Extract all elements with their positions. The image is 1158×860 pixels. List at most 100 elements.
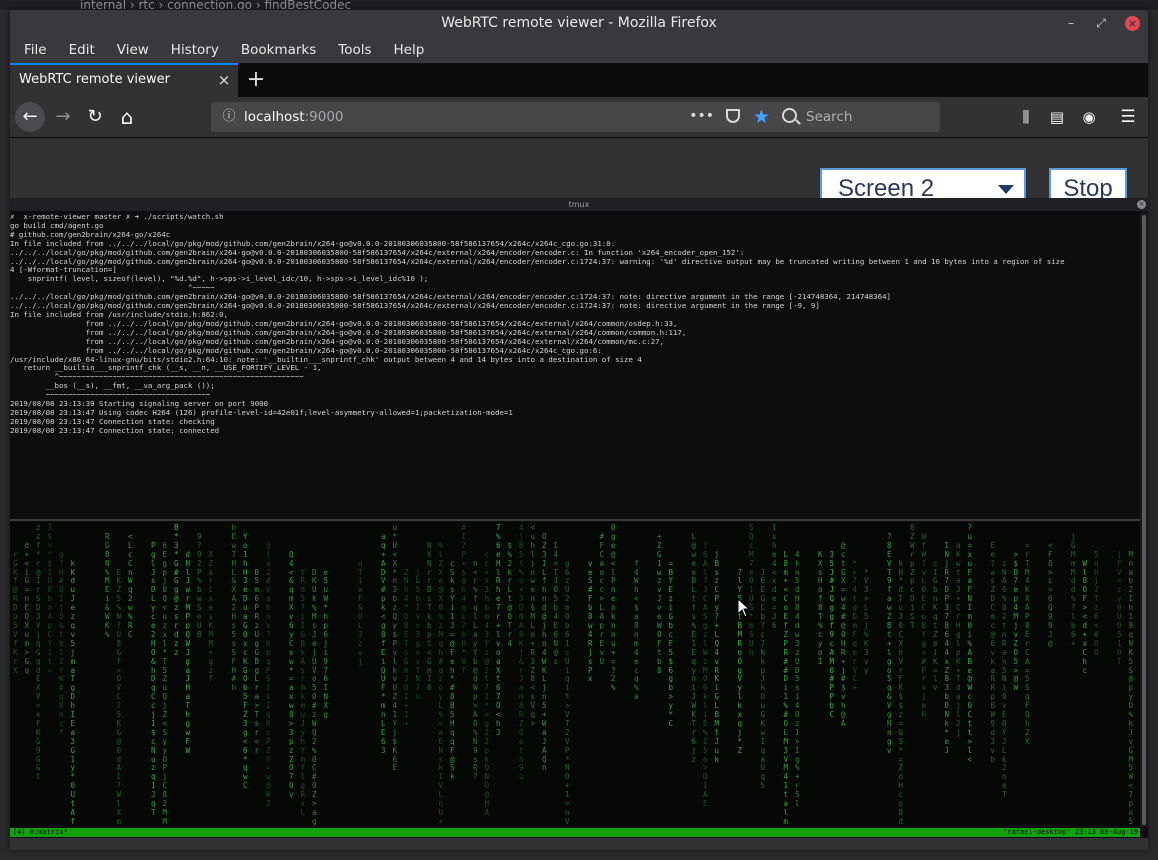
chevron-down-icon <box>998 185 1014 194</box>
menu-help[interactable]: Help <box>390 42 429 58</box>
firefox-window: WebRTC remote viewer - Mozilla Firefox –… <box>10 10 1148 850</box>
remote-scrollbar-thumb[interactable] <box>1142 215 1146 825</box>
matrix-column: = r T M 4 K X A P 8 E r C A = 5 S g F Q … <box>1025 540 1030 746</box>
matrix-column: 5 o h j J T z 6 < # O O <box>1094 549 1099 657</box>
matrix-column: E K Z 5 % N ? U 8 G f > O V C 2 5 K G @ … <box>116 567 122 826</box>
minimize-button[interactable]: – <box>1060 10 1082 37</box>
sidebar-icon[interactable]: ▤ <box>1044 102 1070 132</box>
matrix-column: N X N r r B s T k b p t < G m I 0 <box>427 540 432 693</box>
matrix-column: Q 4 < & q m X v 6 y C s w * = a x w 8 > … <box>289 549 294 800</box>
url-port: :9000 <box>304 109 344 125</box>
tab-close-icon[interactable]: × <box>216 65 232 95</box>
matrix-column: L @ w e e B L t t s % E 1 E q y n i J W … <box>691 531 697 764</box>
matrix-column: j b 5 b I v = 3 g x v T N J u <box>415 567 421 702</box>
forward-arrow-icon[interactable]: → <box>48 102 78 132</box>
matrix-column: k H * d T u 3 0 C X n V r F K $ $ z = & … <box>898 558 904 826</box>
matrix-column: I 4 < T J 0 5 b 4 E 6 N @ s <box>553 540 559 666</box>
terminal-line: go build cmd/agent.go <box>10 220 104 230</box>
close-window-button[interactable]: × <box>1125 16 1140 31</box>
matrix-column: ? 8 E V T 9 f a w Z B t + l g o 5 q & V … <box>887 531 892 755</box>
background-desktop-left <box>0 70 10 130</box>
matrix-column: e 5 u W * h p 6 j i 9 7 6 I N X g <box>323 567 329 720</box>
matrix-column: 0 g e @ < l P n e o k n n u + = ? 2 % <box>611 523 616 693</box>
matrix-column: 4 j B 5 t % o + 3 D N A 8 K j & r J a m … <box>519 523 524 782</box>
tab-webrtc-remote-viewer[interactable]: WebRTC remote viewer × <box>10 63 238 97</box>
reload-icon[interactable]: ↻ <box>80 102 110 132</box>
url-host: localhost <box>244 109 305 125</box>
home-icon[interactable]: ⌂ <box>112 102 142 132</box>
matrix-column: c S k s Y i 1 J = @ F e h * # 8 B 5 H q … <box>450 558 455 782</box>
url-bar[interactable]: ⓘ localhost:9000 ••• ★ <box>211 102 778 132</box>
matrix-column: R G B N % M E i & W K % <box>105 531 110 639</box>
matrix-column: D K U k % M s J e j U V o 5 0 # z W Q 2 … <box>312 567 317 826</box>
tmux-window-title: tmux × <box>10 198 1148 211</box>
matrix-column: ? l Y 5 # t B M R o O g V y l k x q j * … <box>737 567 743 755</box>
matrix-column: = B Y E z i G b c F 5 $ 6 g b > y * C <box>668 558 674 728</box>
background-editor-strip: internal › rtc › connection.go › findBes… <box>0 0 1158 10</box>
back-arrow-icon[interactable]: ← <box>15 102 45 132</box>
matrix-column: < u h l i n w e n $ M L o + R 3 Z 8 < s … <box>530 523 536 728</box>
terminal-output: ✗ x-remote-viewer master ✗ ➜ ./scripts/w… <box>10 213 1140 518</box>
matrix-column: j F V < z y 0 U O 5 1 0 T <box>1117 549 1122 666</box>
matrix-column: Z N h 4 * D 8 E T s G m J D I + 1 + <box>404 567 409 728</box>
matrix-column: I N j R 7 D P 3 7 8 6 4 4 x Z 8 3 b D N … <box>944 540 950 755</box>
remote-scrollbar[interactable] <box>1140 213 1148 827</box>
window-titlebar[interactable]: WebRTC remote viewer - Mozilla Firefox –… <box>10 10 1148 37</box>
site-info-icon[interactable]: ⓘ <box>221 102 237 132</box>
page-content: Screen 2 Stop tmux × ✗ x-remote-viewer m… <box>10 138 1148 850</box>
matrix-column: S Q c M 7 e 0 i U S * m S U h <box>749 523 754 657</box>
pocket-icon[interactable] <box>726 109 740 123</box>
matrix-column: * V 3 > L 5 j % K 3 v y <box>864 567 869 675</box>
matrix-column: h E w 7 H L & X A 2 H s 5 s S F H # h <box>231 523 237 693</box>
matrix-column: 6 E g p j 0 Q < u z x l * T 5 Z u Q j Z … <box>162 540 168 826</box>
matrix-column: d H l J w r M P p Q W J g a J H a T h g … <box>185 549 191 755</box>
hamburger-menu-icon[interactable]: ☰ <box>1115 102 1141 132</box>
matrix-column: g j a 2 # V a b n v ? b b q P S i s I g … <box>266 540 271 809</box>
menu-tools[interactable]: Tools <box>334 42 375 58</box>
menu-edit[interactable]: Edit <box>65 42 99 58</box>
search-placeholder: Search <box>806 109 853 125</box>
matrix-column: # F C a o c c > L A p r E v U <box>599 531 605 666</box>
search-box[interactable]: Search <box>774 102 940 132</box>
matrix-column: M n a b 2 I h 1 9 q N K 5 S @ p y D % k … <box>1128 549 1134 826</box>
matrix-column: % i Z X e @ X 0 % z M q h # q z o y L % … <box>438 540 444 826</box>
matrix-column: k K d u J e z q v 5 j m a T g D h I E a … <box>70 558 76 826</box>
menu-history[interactable]: History <box>167 42 223 58</box>
matrix-column: c c + s 3 h b m 4 3 Y z @ 2 t 7 1 * = g … <box>484 549 490 817</box>
matrix-column: d + < i G = n E O X u m > G q <box>24 540 30 675</box>
tmux-status-left: [4] 0:matrix* <box>13 828 68 836</box>
menu-bar: File Edit View History Bookmarks Tools H… <box>10 37 1148 63</box>
matrix-column: r G K f @ R D u 5 V f K r X <box>13 549 18 675</box>
library-icon[interactable]: ⫼ <box>1013 102 1039 132</box>
matrix-column: ? 6 A l ? J C A S g z l W z M O 6 k l i … <box>703 540 708 809</box>
maximize-button[interactable]: ⤢ <box>1090 10 1112 37</box>
new-tab-plus-icon[interactable]: + <box>243 67 269 93</box>
matrix-column: c I G b n K q t Z e i K = l v <box>933 558 938 693</box>
matrix-column: g 6 z U 2 m 0 b 6 1 c U i q i t > V T 2 … <box>565 558 570 826</box>
pane-divider <box>10 519 1140 521</box>
matrix-column: * + 7 4 t g D m F q e r V C + <box>852 558 858 693</box>
bookmark-star-icon[interactable]: ★ <box>753 102 770 132</box>
matrix-column: O Z 3 I L f h n d @ j h o 4 W K L j n 5 … <box>542 531 547 773</box>
menu-file[interactable]: File <box>20 42 51 58</box>
matrix-column: o T i w F & O L 3 z v j <box>358 558 363 666</box>
matrix-column: z z f * r @ I r S D 3 V j q G g d E X V … <box>36 523 41 782</box>
matrix-column: W l 8 O F > < d + x C h c <box>1082 558 1088 675</box>
matrix-column: L 8 m + < C o E f Z P R # # D i 1 % # O … <box>783 549 789 826</box>
window-title: WebRTC remote viewer - Mozilla Firefox <box>441 15 717 31</box>
remote-screen-video[interactable]: tmux × ✗ x-remote-viewer master ✗ ➜ ./sc… <box>10 198 1148 838</box>
menu-view[interactable]: View <box>113 42 153 58</box>
tmux-status-right: "rafael-desktop" 23:13 08-Aug-19 <box>1003 828 1138 836</box>
matrix-column: B * 3 * G # G g @ z s r d z z <box>174 523 179 657</box>
matrix-column: 7 % 6 e H l R h e 7 r + l v o a X t 6 7 … <box>496 523 501 737</box>
url-text[interactable]: localhost:9000 <box>244 102 344 132</box>
matrix-column: 4 k n 5 d H 8 4 d w 3 z U D 5 s i 4 O z … <box>795 549 800 809</box>
matrix-column: # I 7 P + $ @ 6 4 q L ? b H * W f <box>461 523 467 675</box>
account-icon[interactable]: ◉ <box>1076 102 1102 132</box>
matrix-column: @ c t G X = w 4 # @ 0 H R + j # $ v h @ … <box>841 540 846 728</box>
matrix-column: 3 $ < * $ 2 U O b x A p C Y 1 t = <box>47 523 53 675</box>
page-actions-more-icon[interactable]: ••• <box>689 102 714 130</box>
tab-title: WebRTC remote viewer <box>19 72 170 87</box>
menu-bookmarks[interactable]: Bookmarks <box>237 42 320 58</box>
matrix-column: $ % 2 k r L t @ 0 T r 4 <box>507 540 513 648</box>
